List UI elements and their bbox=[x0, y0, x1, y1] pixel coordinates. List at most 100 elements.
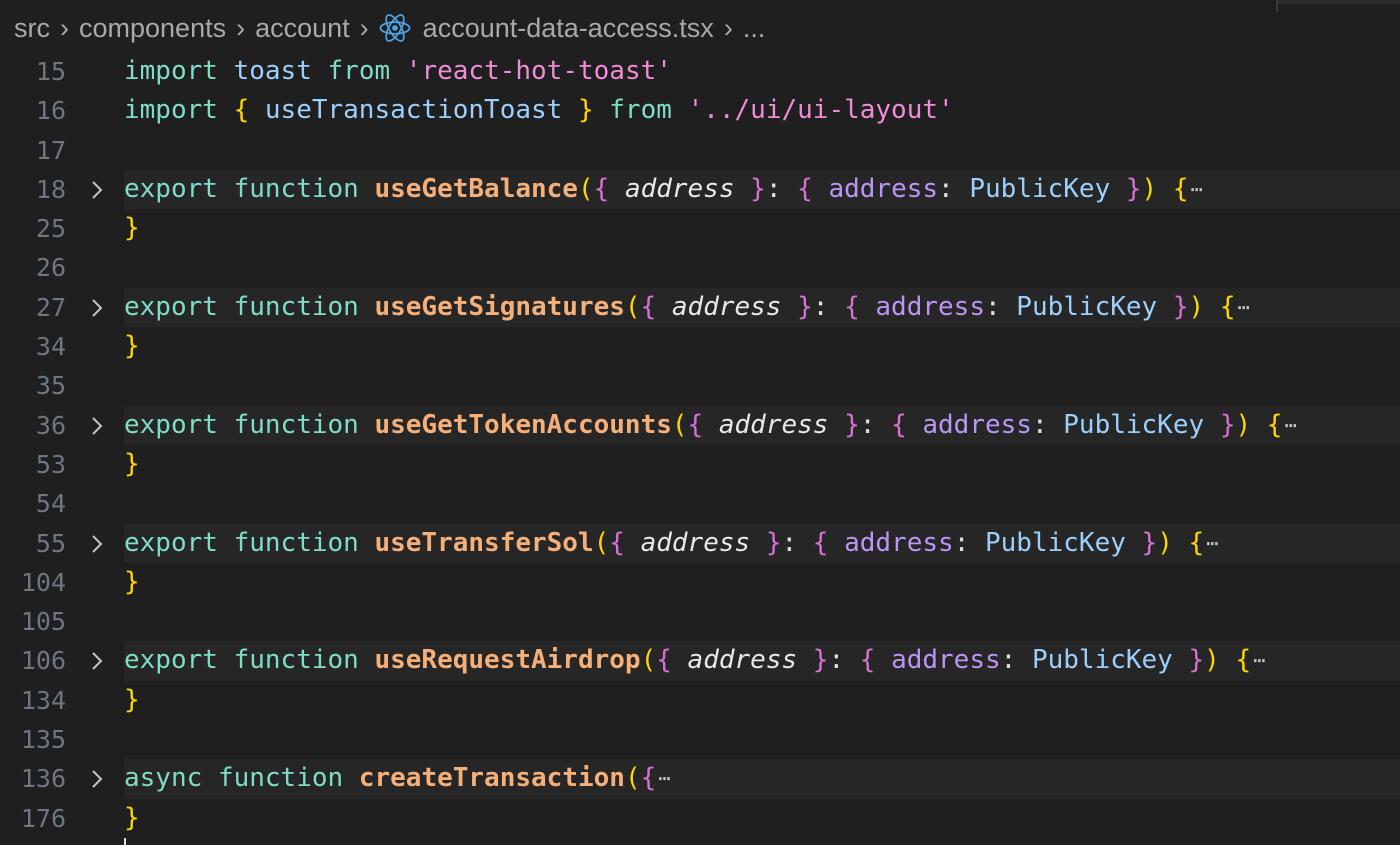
line-content[interactable]: export function useGetSignatures({ addre… bbox=[124, 288, 1250, 327]
breadcrumb-more[interactable]: ... bbox=[743, 13, 766, 44]
code-line[interactable]: 35 bbox=[0, 366, 1400, 405]
code-token: PublicKey bbox=[985, 527, 1126, 558]
chevron-right-icon: › bbox=[359, 12, 369, 43]
code-token: function bbox=[233, 291, 359, 322]
code-token: address bbox=[671, 291, 782, 322]
code-line[interactable]: 16 import { useTransactionToast } from '.… bbox=[0, 91, 1400, 130]
line-content[interactable]: export function useTransferSol({ address… bbox=[124, 524, 1218, 563]
code-line[interactable]: 55 export function useTransferSol({ addre… bbox=[0, 523, 1400, 563]
code-token: { bbox=[812, 527, 829, 558]
fold-ellipsis-icon[interactable]: ⋯ bbox=[1284, 406, 1296, 445]
code-token: { bbox=[1235, 645, 1252, 676]
breadcrumb-item-account[interactable]: account bbox=[255, 13, 350, 44]
fold-ellipsis-icon[interactable]: ⋯ bbox=[1191, 170, 1203, 209]
code-token: ) bbox=[1141, 173, 1158, 204]
code-line[interactable]: 18 export function useGetBalance({ addres… bbox=[0, 169, 1400, 210]
fold-ellipsis-icon[interactable]: ⋯ bbox=[1237, 288, 1249, 327]
fold-ellipsis-icon[interactable]: ⋯ bbox=[658, 759, 670, 798]
code-token: } bbox=[812, 645, 829, 676]
code-line[interactable]: 106 export function useRequestAirdrop({ a… bbox=[0, 641, 1400, 681]
line-content[interactable]: } bbox=[124, 563, 140, 602]
line-number: 26 bbox=[35, 253, 66, 283]
code-token: ( bbox=[577, 173, 594, 204]
line-content[interactable]: export function useGetBalance({ address … bbox=[124, 170, 1203, 209]
line-content[interactable]: } bbox=[124, 681, 140, 720]
code-token: export bbox=[124, 527, 218, 558]
code-token: address bbox=[922, 409, 1032, 440]
code-line[interactable]: 176} bbox=[0, 799, 1400, 838]
line-number: 35 bbox=[35, 371, 66, 401]
code-token: createTransaction bbox=[358, 763, 625, 794]
code-token: useRequestAirdrop bbox=[374, 645, 641, 676]
line-content[interactable]: import toast from 'react-hot-toast' bbox=[124, 52, 672, 91]
code-line[interactable]: 136 async function createTransaction({⋯ bbox=[0, 759, 1400, 799]
fold-ellipsis-icon[interactable]: ⋯ bbox=[1253, 641, 1265, 680]
code-line[interactable]: 17 bbox=[0, 131, 1400, 170]
code-token: ( bbox=[671, 409, 688, 440]
code-token: address bbox=[687, 645, 798, 676]
breadcrumb-item-components[interactable]: components bbox=[79, 13, 226, 44]
code-token: address bbox=[624, 173, 735, 204]
code-lines[interactable]: 15 import toast from 'react-hot-toast' 16 i… bbox=[0, 52, 1400, 838]
code-line[interactable]: 135 bbox=[0, 720, 1400, 759]
code-token: useGetTokenAccounts bbox=[374, 409, 672, 440]
breadcrumb-item-file[interactable]: account-data-access.tsx bbox=[379, 12, 714, 44]
breadcrumb: src › components › account › account-dat… bbox=[0, 0, 1400, 56]
code-token: address bbox=[891, 645, 1001, 676]
code-token: : bbox=[828, 645, 860, 676]
code-line[interactable]: 34} bbox=[0, 327, 1400, 366]
code-editor[interactable]: src › components › account › account-dat… bbox=[0, 0, 1400, 845]
code-line[interactable]: 104} bbox=[0, 563, 1400, 602]
line-content[interactable]: } bbox=[124, 209, 140, 248]
breadcrumb-file-label: account-data-access.tsx bbox=[422, 12, 714, 43]
code-token: export bbox=[124, 291, 218, 322]
code-token: PublicKey bbox=[1031, 645, 1173, 676]
code-token: } bbox=[765, 527, 782, 558]
code-line[interactable]: 27 export function useGetSignatures({ add… bbox=[0, 287, 1400, 328]
code-line[interactable]: 54 bbox=[0, 484, 1400, 523]
code-token: ( bbox=[624, 291, 641, 322]
code-token: from bbox=[327, 56, 391, 86]
breadcrumb-item-src[interactable]: src bbox=[14, 13, 50, 44]
line-content[interactable]: } bbox=[124, 327, 140, 366]
code-token: { bbox=[656, 645, 672, 676]
code-token: { bbox=[797, 173, 813, 204]
code-line[interactable]: 105 bbox=[0, 602, 1400, 641]
code-line[interactable]: 134} bbox=[0, 681, 1400, 720]
code-line[interactable]: 53} bbox=[0, 445, 1400, 484]
code-token: PublicKey bbox=[1016, 291, 1158, 322]
code-token: function bbox=[233, 409, 359, 440]
line-content[interactable]: } bbox=[124, 445, 140, 484]
line-number: 176 bbox=[20, 803, 66, 833]
fold-ellipsis-icon[interactable]: ⋯ bbox=[1206, 524, 1218, 563]
line-content[interactable]: async function createTransaction({⋯ bbox=[124, 759, 670, 798]
line-content[interactable]: export function useRequestAirdrop({ addr… bbox=[124, 641, 1265, 680]
text-cursor bbox=[124, 838, 126, 845]
code-token: } bbox=[577, 95, 594, 126]
code-line[interactable]: 36 export function useGetTokenAccounts({ … bbox=[0, 405, 1400, 445]
line-content[interactable]: import { useTransactionToast } from '../… bbox=[124, 91, 954, 130]
line-content[interactable]: } bbox=[124, 799, 140, 838]
code-token: export bbox=[124, 409, 218, 440]
line-number: 18 bbox=[35, 174, 66, 204]
code-line[interactable]: 15 import toast from 'react-hot-toast' bbox=[0, 52, 1400, 91]
code-token: ( bbox=[640, 645, 657, 676]
code-line[interactable]: 25} bbox=[0, 209, 1400, 248]
line-content[interactable]: export function useGetTokenAccounts({ ad… bbox=[124, 406, 1296, 445]
code-line[interactable]: 26 bbox=[0, 248, 1400, 287]
